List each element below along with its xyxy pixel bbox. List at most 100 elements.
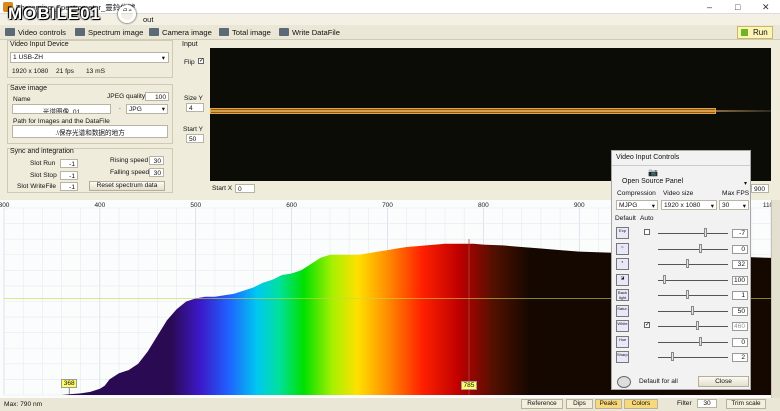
close-dialog-button[interactable]: Close xyxy=(698,376,749,387)
control-icon-3[interactable]: ◪ xyxy=(616,274,629,286)
reference-button[interactable]: Reference xyxy=(521,399,563,409)
tab-write-datafile[interactable]: Write DataFile xyxy=(279,28,340,37)
control-icon-0[interactable]: Exp xyxy=(616,227,629,239)
control-slider-thumb-3[interactable] xyxy=(663,275,666,284)
chevron-down-icon: ▾ xyxy=(744,181,748,187)
reset-spectrum-button[interactable]: Reset spectrum data xyxy=(89,181,165,191)
start-y-input[interactable]: 50 xyxy=(186,134,204,143)
control-icon-1[interactable]: ☼ xyxy=(616,243,629,255)
jpeg-quality-input[interactable]: 100 xyxy=(145,92,169,101)
control-icon-2[interactable]: ◐ xyxy=(616,258,629,270)
menu-about[interactable]: out xyxy=(143,15,153,24)
falling-speed-input[interactable]: 30 xyxy=(149,168,164,177)
beam-tail xyxy=(716,110,771,112)
device-select[interactable]: 1 USB-ZH ▾ xyxy=(10,52,169,63)
video-size-select[interactable]: 1920 x 1080 ▾ xyxy=(661,200,717,210)
control-slider-7[interactable] xyxy=(658,342,728,343)
minimize-button[interactable]: – xyxy=(707,2,712,12)
rising-speed-input[interactable]: 30 xyxy=(149,156,164,165)
colors-button[interactable]: Colors xyxy=(624,399,658,409)
tab-spectrum-image[interactable]: Spectrum image xyxy=(75,28,143,37)
slot-stop-input[interactable]: -1 xyxy=(60,171,78,180)
control-value-8[interactable]: 2 xyxy=(732,353,748,362)
path-label: Path for Images and the DataFile xyxy=(13,118,110,125)
control-slider-1[interactable] xyxy=(658,249,728,250)
chevron-down-icon: ▾ xyxy=(710,203,714,210)
spectrum-beam-selection[interactable] xyxy=(210,108,716,114)
default-for-all-button[interactable] xyxy=(617,376,631,388)
control-value-5[interactable]: 50 xyxy=(732,307,748,316)
auto-checkbox-6[interactable]: ✓ xyxy=(644,322,650,328)
resolution-text: 1920 x 1080 xyxy=(12,68,49,75)
x-tick-label: 800 xyxy=(478,202,489,209)
path-input[interactable]: .\保存光谱和数据的地方 xyxy=(12,125,168,138)
slot-write-label: Slot WriteFile xyxy=(17,183,57,190)
control-slider-thumb-1[interactable] xyxy=(699,244,702,253)
chart-scrollbar[interactable] xyxy=(771,200,780,398)
compression-select[interactable]: MJPG ▾ xyxy=(616,200,658,210)
tab-video-controls[interactable]: Video controls xyxy=(5,28,66,37)
open-source-panel-button[interactable]: Open Source Panel xyxy=(622,178,683,185)
dips-button[interactable]: Dips xyxy=(566,399,593,409)
tab-total-image[interactable]: Total image xyxy=(219,28,271,37)
peaks-button[interactable]: Peaks xyxy=(595,399,622,409)
control-slider-2[interactable] xyxy=(658,264,728,265)
x-tick-label: 400 xyxy=(94,202,105,209)
x-tick-label: 500 xyxy=(190,202,201,209)
control-slider-thumb-6[interactable] xyxy=(696,321,699,330)
max-fps-select[interactable]: 30 ▾ xyxy=(719,200,749,210)
auto-checkbox-0[interactable] xyxy=(644,229,650,235)
exposure-text: 13 mS xyxy=(86,68,106,75)
control-value-1[interactable]: 0 xyxy=(732,245,748,254)
image-icon xyxy=(219,28,229,36)
control-slider-thumb-7[interactable] xyxy=(699,337,702,346)
size-y-input[interactable]: 4 xyxy=(186,103,204,112)
control-icon-4[interactable]: Back light xyxy=(616,289,629,301)
slot-write-input[interactable]: -1 xyxy=(60,182,78,191)
control-value-7[interactable]: 0 xyxy=(732,338,748,347)
status-bar xyxy=(0,398,780,411)
slot-run-input[interactable]: -1 xyxy=(60,159,78,168)
control-slider-0[interactable] xyxy=(658,233,728,234)
min-wavelength-marker: 368 xyxy=(61,379,78,388)
run-button[interactable]: Run xyxy=(737,26,773,39)
control-value-3[interactable]: 100 xyxy=(732,276,748,285)
control-value-2[interactable]: 32 xyxy=(732,260,748,269)
size-y-label: Size Y xyxy=(184,95,203,102)
default-column-label: Default xyxy=(615,215,636,222)
control-value-4[interactable]: 1 xyxy=(732,291,748,300)
flip-label: Flip xyxy=(184,59,195,66)
write-file-icon xyxy=(279,28,289,36)
control-value-0[interactable]: -7 xyxy=(732,229,748,238)
control-icon-5[interactable]: Satur. xyxy=(616,305,629,317)
control-slider-4[interactable] xyxy=(658,295,728,296)
control-slider-thumb-2[interactable] xyxy=(686,259,689,268)
end-x-input[interactable]: 900 xyxy=(751,184,769,193)
max-fps-label: Max FPS xyxy=(722,190,750,197)
default-for-all-label: Default for all xyxy=(639,378,678,385)
control-slider-thumb-0[interactable] xyxy=(704,228,707,237)
control-slider-3[interactable] xyxy=(658,280,728,281)
control-value-6[interactable]: 460 xyxy=(732,322,748,331)
trim-scale-button[interactable]: Trim scale xyxy=(726,399,766,409)
control-icon-7[interactable]: Hue xyxy=(616,336,629,348)
maximize-button[interactable]: □ xyxy=(735,2,740,12)
control-icon-6[interactable]: White xyxy=(616,320,629,332)
control-slider-thumb-4[interactable] xyxy=(686,290,689,299)
camera-icon: 📷 xyxy=(648,168,658,177)
flip-checkbox[interactable]: ✓ xyxy=(198,58,204,64)
control-icon-8[interactable]: Sharp. xyxy=(616,351,629,363)
control-slider-thumb-5[interactable] xyxy=(691,306,694,315)
control-slider-6[interactable] xyxy=(658,326,728,327)
control-slider-thumb-8[interactable] xyxy=(671,352,674,361)
close-window-button[interactable]: ✕ xyxy=(762,2,770,13)
image-name-input[interactable]: 光谱图像_01 xyxy=(12,104,111,114)
spectrum-icon xyxy=(75,28,85,36)
tab-camera-image[interactable]: Camera image xyxy=(149,28,212,37)
format-select[interactable]: JPG ▾ xyxy=(126,104,168,114)
control-slider-8[interactable] xyxy=(658,357,728,358)
start-x-label: Start X xyxy=(212,185,233,192)
filter-input[interactable]: 30 xyxy=(697,399,717,408)
start-x-input[interactable]: 0 xyxy=(235,184,255,193)
x-tick-label: 600 xyxy=(286,202,297,209)
